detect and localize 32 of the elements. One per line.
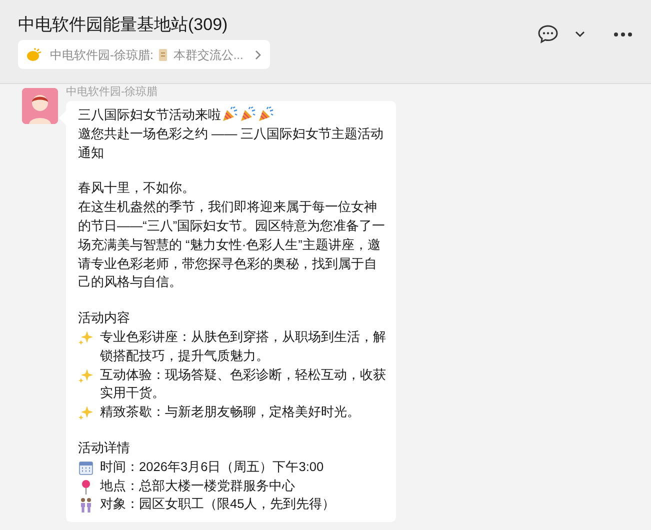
message-text: 在这生机盎然的季节，我们即将迎来属于每一位女神的节日——“三八”国际妇女节。园区特意为您准备了一场充满美与智慧的 “魅力女性·色彩人生”主题讲座，邀请专业色彩老师，带您探寻色彩的奥秘，找到属于自己的风格与自信。 [78,199,386,290]
sparkle-icon [78,368,94,384]
message-text: 对象：园区女职工（限45人，先到先得） [100,495,336,514]
message-text: 活动内容 [78,310,130,326]
sparkle-icon [78,330,94,346]
avatar[interactable] [22,88,58,124]
chat-bubble-icon[interactable] [537,24,559,44]
announcement-icon [26,48,42,62]
message-text: 春风十里，不如你。 [78,180,195,196]
message-text: 活动详情 [78,440,130,455]
pinned-message-bar[interactable]: 中电软件园-徐琼腊: 本群交流公... [18,40,270,69]
message-text: 互动体验：现场答疑、色彩诊断，轻松互动，收获实用干货。 [100,366,386,402]
calendar-icon [78,460,94,476]
message-text: 地点：总部大楼一楼党群服务中心 [100,476,295,495]
sender-name: 中电软件园-徐琼腊 [66,86,159,99]
message-text: 三八国际妇女节活动来啦 [78,107,221,122]
pinned-sender: 中电软件园-徐琼腊: [50,46,154,64]
message-text: 邀您共赴一场色彩之约 —— 三八国际妇女节主题活动通知 [78,126,384,160]
scroll-icon [157,48,170,62]
party-popper-icon [239,106,257,122]
chat-title: 中电软件园能量基地站(309) [18,14,228,36]
sparkle-icon [78,405,94,422]
more-icon[interactable] [613,32,633,36]
message-text: 精致茶歇：与新老朋友畅聊，定格美好时光。 [100,403,360,422]
party-popper-icon [221,106,239,122]
message-text: 时间：2026年3月6日（周五）下午3:00 [100,458,324,476]
people-icon [78,497,94,514]
pinned-text: 本群交流公... [173,46,244,64]
message-text: 专业色彩讲座：从肤色到穿搭，从职场到生活，解锁搭配技巧，提升气质魅力。 [100,328,386,365]
party-popper-icon [257,106,275,122]
chevron-right-icon[interactable] [255,50,262,60]
chevron-down-icon[interactable] [575,30,585,38]
